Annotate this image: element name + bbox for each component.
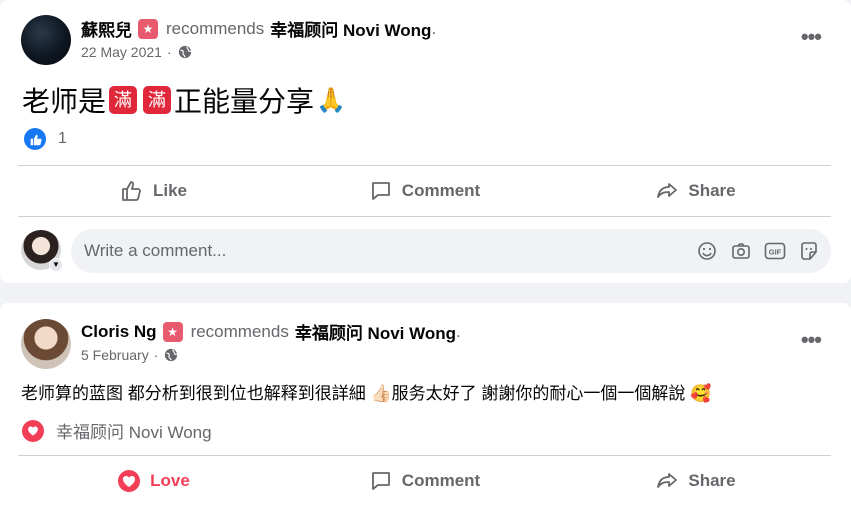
love-label: Love (150, 471, 190, 490)
comment-input[interactable]: Write a comment... GIF (71, 229, 831, 273)
like-count: 1 (58, 130, 67, 147)
comment-icon (371, 472, 390, 490)
like-button[interactable]: Like (18, 169, 289, 213)
post-header: Cloris Ng ★ recommends 幸福顾问 Novi Wong . (81, 319, 461, 344)
post-meta: 22 May 2021 · (81, 44, 192, 60)
action-bar: Love Comment Share (18, 459, 831, 503)
pray-emoji: 🙏 (316, 86, 346, 114)
share-button[interactable]: Share (560, 459, 831, 503)
header-period: . (431, 18, 437, 38)
page-name[interactable]: 幸福顾问 Novi Wong (270, 16, 431, 41)
recommends-label: recommends (166, 18, 265, 38)
globe-icon (178, 45, 191, 59)
thumbs-up-icon (122, 181, 141, 201)
love-icon (118, 470, 141, 492)
love-button[interactable]: Love (18, 459, 289, 503)
post-card-1: 蘇熙兒 ★ recommends 幸福顾问 Novi Wong . 22 May… (0, 0, 851, 283)
divider (18, 455, 831, 456)
divider (18, 165, 831, 166)
share-icon (657, 183, 678, 198)
post-text: 老师是 滿 滿 正能量分享 🙏 (22, 80, 346, 120)
like-reaction-icon (24, 128, 46, 150)
author-name[interactable]: Cloris Ng (81, 322, 157, 342)
camera-icon[interactable] (729, 239, 753, 263)
share-label: Share (688, 181, 736, 200)
post-date[interactable]: 22 May 2021 (81, 44, 162, 60)
page-reaction[interactable]: 幸福顾问 Novi Wong (22, 418, 212, 443)
action-bar: Like Comment Share (18, 169, 831, 213)
header-period: . (456, 321, 461, 341)
svg-text:GIF: GIF (769, 248, 782, 257)
comment-icon (371, 182, 390, 200)
page-name[interactable]: 幸福顾问 Novi Wong (295, 319, 456, 344)
meta-separator: · (153, 347, 159, 363)
recommends-label: recommends (190, 321, 289, 341)
comment-label: Comment (401, 181, 481, 200)
divider (18, 216, 831, 217)
post-text-end: 正能量分享 (174, 86, 315, 117)
author-avatar[interactable] (21, 15, 71, 65)
share-icon (657, 473, 678, 488)
post-header: 蘇熙兒 ★ recommends 幸福顾问 Novi Wong . (81, 16, 436, 41)
post-meta: 5 February · (81, 347, 178, 363)
post-date[interactable]: 5 February (81, 347, 149, 363)
gif-icon[interactable]: GIF (763, 239, 787, 263)
comment-placeholder: Write a comment... (84, 241, 227, 260)
post-text-start: 老师是 (22, 86, 107, 117)
like-label: Like (152, 181, 188, 200)
man-emoji-1: 滿 (109, 86, 138, 114)
share-label: Share (688, 471, 736, 490)
reaction-summary[interactable]: 1 (24, 128, 67, 150)
author-avatar[interactable] (21, 319, 71, 369)
sticker-icon[interactable] (797, 239, 821, 263)
more-options-icon[interactable]: ••• (801, 327, 822, 353)
chevron-down-icon[interactable]: ▼ (49, 258, 63, 272)
comment-label: Comment (401, 471, 481, 490)
meta-separator: · (166, 44, 172, 60)
heart-reaction-icon (22, 419, 44, 442)
man-emoji-2: 滿 (143, 86, 172, 114)
recommend-badge-icon: ★ (138, 18, 158, 39)
comment-button[interactable]: Comment (289, 459, 560, 503)
recommend-badge-icon: ★ (162, 321, 183, 342)
current-user-avatar[interactable]: ▼ (21, 230, 63, 272)
globe-icon (165, 348, 178, 362)
comment-button[interactable]: Comment (289, 169, 560, 213)
reaction-page-name: 幸福顾问 Novi Wong (56, 423, 212, 442)
post-text: 老师算的蓝图 都分析到很到位也解释到很詳細 👍🏻服务太好了 謝謝你的耐心一個一個… (21, 384, 712, 403)
share-button[interactable]: Share (560, 169, 831, 213)
post-card-2: Cloris Ng ★ recommends 幸福顾问 Novi Wong . … (0, 303, 851, 507)
emoji-icon[interactable] (695, 239, 719, 263)
author-name[interactable]: 蘇熙兒 (81, 16, 132, 41)
more-options-icon[interactable]: ••• (801, 24, 822, 50)
comment-tools: GIF (695, 239, 821, 263)
